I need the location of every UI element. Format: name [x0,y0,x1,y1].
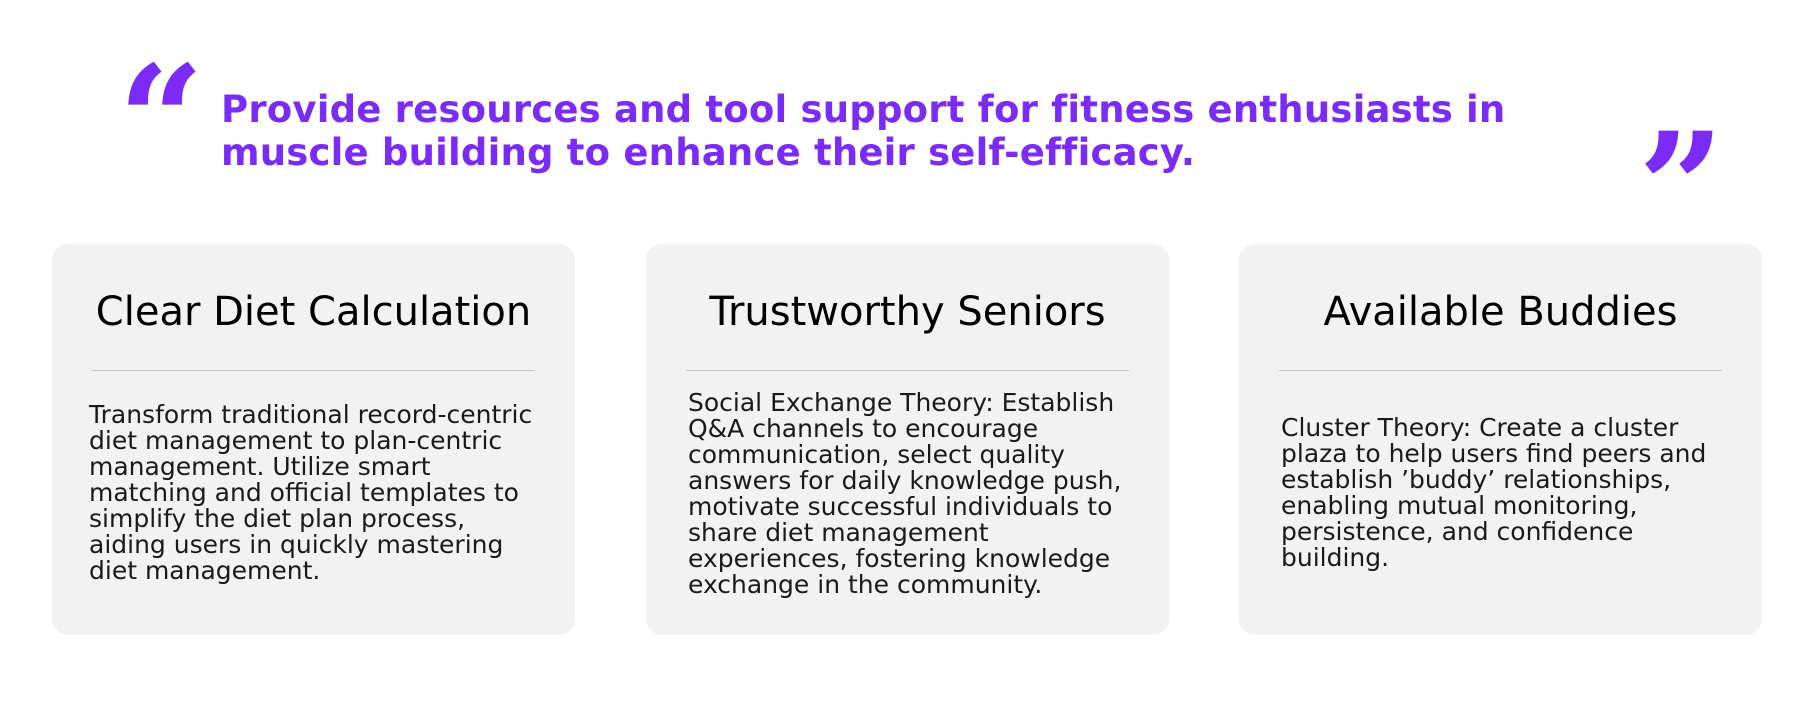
card-divider [92,370,535,371]
card-title: Trustworthy Seniors [709,289,1106,335]
feature-card-diet-calculation: Clear Diet Calculation Transform traditi… [52,244,575,635]
open-quote-icon: “ [118,33,205,209]
close-quote-icon: ” [1638,100,1725,276]
card-description: Cluster Theory: Create a cluster plaza t… [1281,413,1707,572]
card-title: Clear Diet Calculation [95,289,532,335]
card-description: Social Exchange Theory: Establish Q&A ch… [688,388,1122,599]
feature-card-available-buddies: Available Buddies Cluster Theory: Create… [1239,244,1762,635]
card-divider [1279,370,1722,371]
card-description: Transform traditional record-centric die… [89,400,533,585]
feature-card-trustworthy-seniors: Trustworthy Seniors Social Exchange Theo… [646,244,1169,635]
mission-statement: Provide resources and tool support for f… [221,88,1506,174]
card-divider [686,370,1129,371]
card-title: Available Buddies [1323,289,1678,335]
